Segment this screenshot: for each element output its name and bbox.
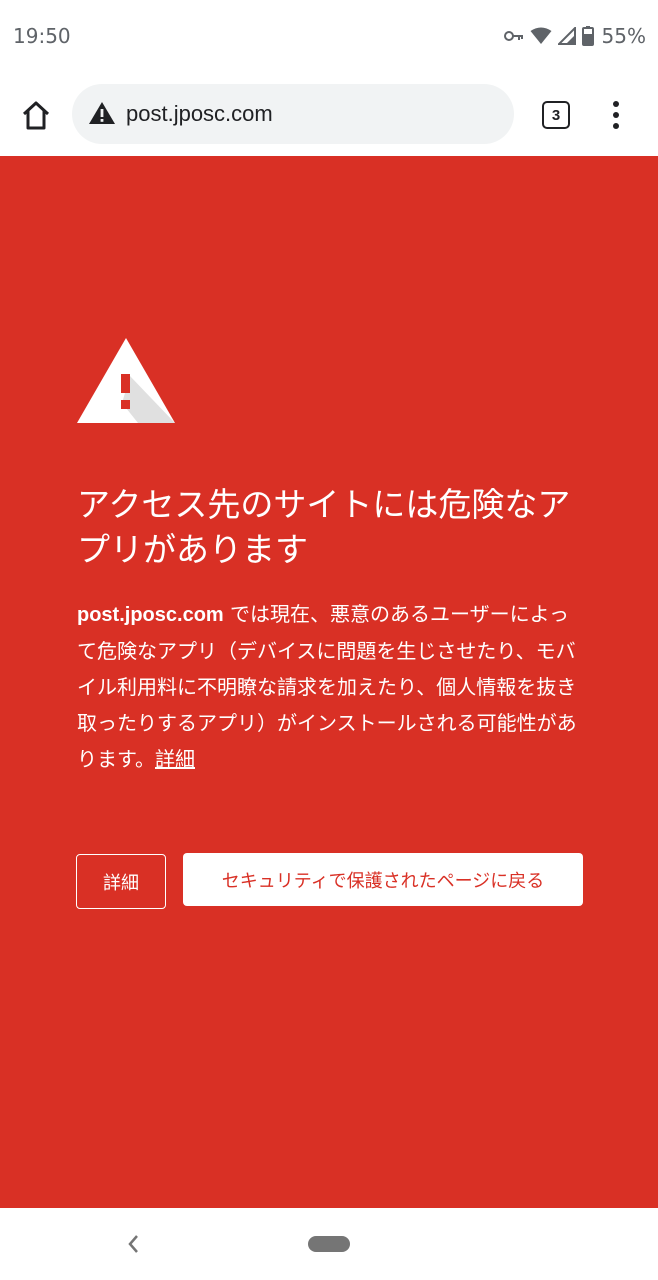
url-bar[interactable]: post.jposc.com [72,84,514,144]
browser-toolbar: post.jposc.com 3 [0,72,658,156]
details-link[interactable]: 詳細 [155,747,195,771]
tab-switcher-button[interactable]: 3 [542,101,570,129]
nav-home-pill-icon[interactable] [308,1236,350,1252]
home-icon[interactable] [16,96,56,136]
vpn-key-icon [503,29,524,43]
cell-signal-icon [557,27,576,45]
back-to-safety-button[interactable]: セキュリティで保護されたページに戻る [183,853,583,906]
warning-triangle-icon[interactable] [88,101,116,129]
battery-percent: 55% [601,24,646,48]
battery-icon [581,26,594,46]
url-text[interactable]: post.jposc.com [126,101,273,127]
more-vert-icon[interactable] [604,100,628,130]
warning-domain: post.jposc.com [77,604,224,626]
details-button[interactable]: 詳細 [76,854,166,909]
status-icons: 55% [503,22,646,50]
nav-back-icon[interactable] [126,1234,140,1258]
safe-browsing-interstitial: アクセス先のサイトには危険なアプリがあります post.jposc.com では… [0,156,658,1208]
wifi-icon [530,27,552,45]
system-nav-bar [0,1208,658,1280]
warning-description: post.jposc.com では現在、悪意のあるユーザーによって危険なアプリ（… [77,596,587,777]
page-title: アクセス先のサイトには危険なアプリがあります [77,485,571,569]
status-time: 19:50 [13,24,71,48]
danger-warning-icon [76,338,176,428]
status-bar: 19:50 55% [0,0,658,72]
warning-body-text: では現在、悪意のあるユーザーによって危険なアプリ（デバイスに問題を生じさせたり、… [77,602,577,771]
